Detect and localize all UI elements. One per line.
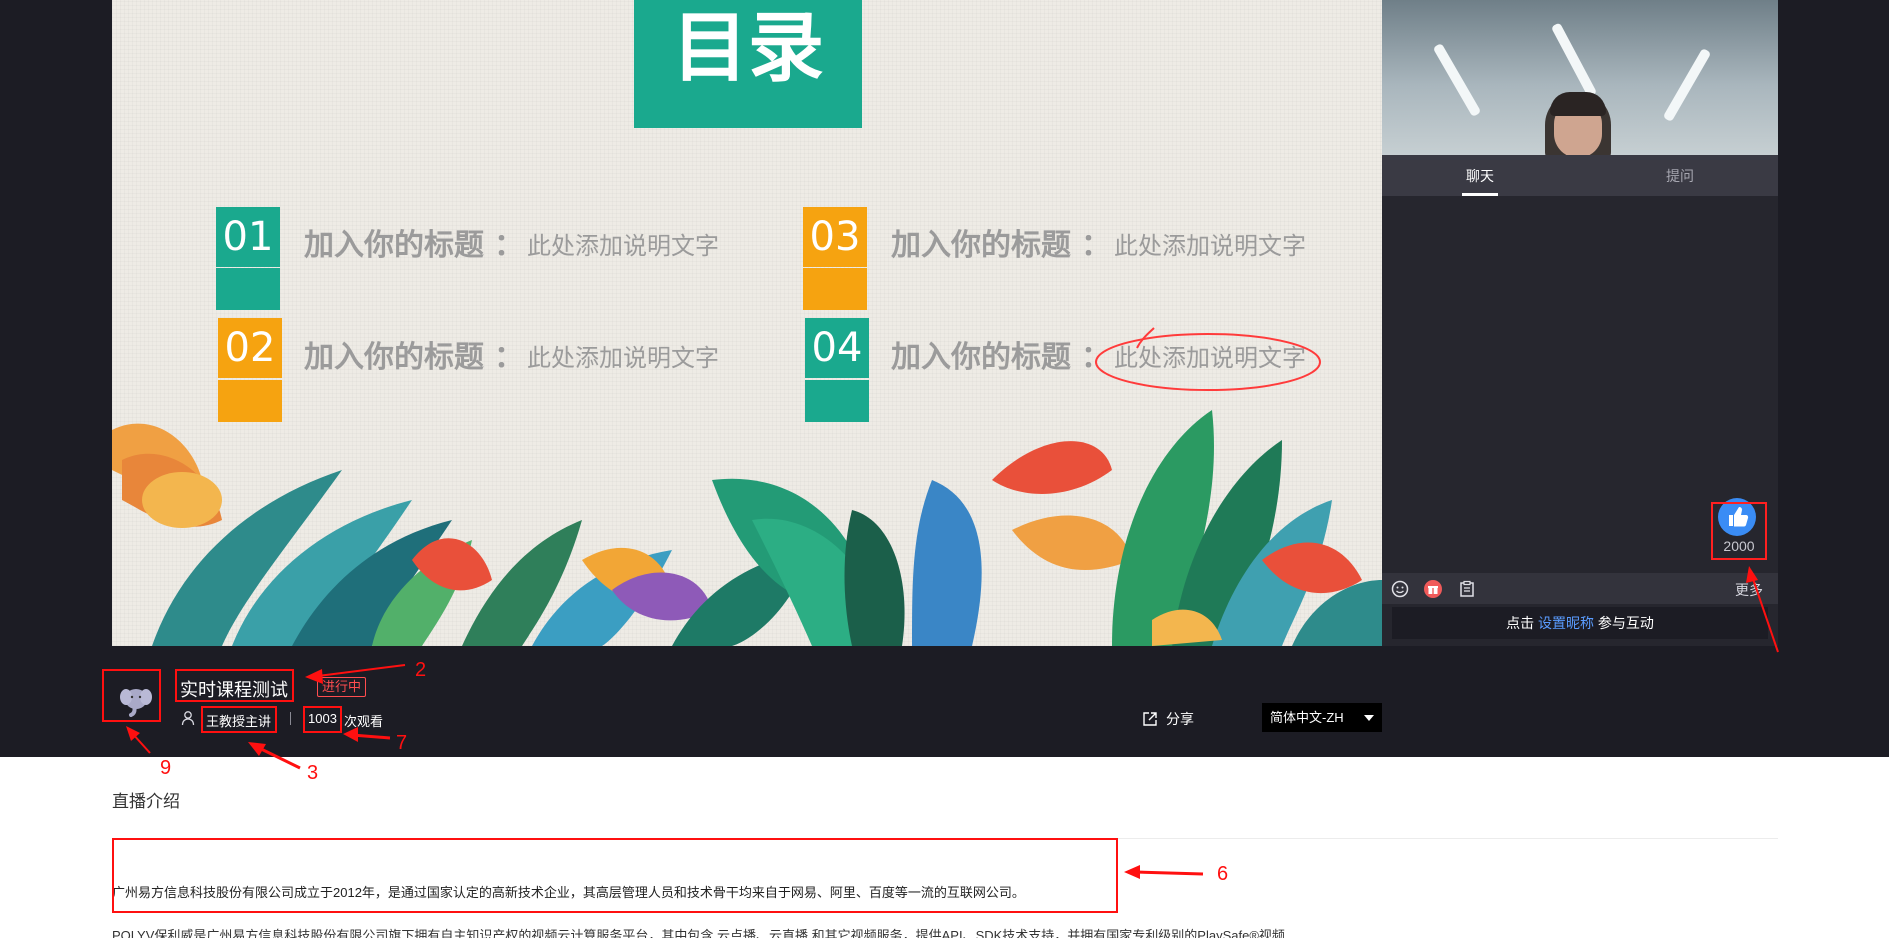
set-nickname-prompt[interactable]: 点击 设置昵称 参与互动 [1392, 607, 1768, 639]
annotation-box-title [175, 669, 294, 702]
chevron-down-icon [1364, 715, 1374, 721]
slide-view: 目录 01 加入你的标题 ： 此处添加说明文字 02 加入你的标题 ： 此处添加… [112, 0, 1382, 646]
annotation-label: 2 [415, 659, 427, 681]
annotation-label: 9 [160, 757, 172, 779]
annotation-label: 6 [1217, 863, 1229, 885]
tab-ask[interactable]: 提问 [1666, 166, 1694, 186]
teacher-camera [1382, 0, 1778, 155]
camera-light [1550, 22, 1598, 98]
view-count-suffix: 次观看 [344, 714, 384, 729]
intro-paragraph: POLYV保利威是广州易方信息科技股份有限公司旗下拥有自主知识产权的视频云计算服… [112, 928, 1285, 938]
annotation-box-avatar [102, 669, 161, 722]
language-value: 简体中文-ZH [1270, 710, 1344, 725]
gift-icon[interactable] [1424, 580, 1442, 598]
camera-light [1662, 47, 1712, 123]
share-label: 分享 [1166, 711, 1194, 727]
annotation-label: 3 [307, 762, 319, 784]
annotation-box-host [201, 706, 277, 733]
annotation-box-intro [112, 838, 1118, 913]
emoji-icon[interactable] [1391, 580, 1409, 598]
chat-tabs: 聊天 提问 [1382, 155, 1778, 196]
user-icon [181, 711, 195, 726]
share-button[interactable]: 分享 [1142, 709, 1194, 729]
intro-title: 直播介绍 [112, 792, 180, 811]
annotation-box-like [1711, 502, 1767, 560]
annotation-label: 7 [396, 732, 408, 754]
more-button[interactable]: 更多 [1735, 580, 1763, 600]
prompt-prefix: 点击 [1506, 615, 1538, 631]
share-icon [1143, 712, 1157, 726]
annotation-box-views [303, 706, 342, 733]
language-select[interactable]: 简体中文-ZH [1262, 703, 1382, 732]
set-nickname-link[interactable]: 设置昵称 [1538, 615, 1594, 631]
info-divider [290, 712, 291, 725]
teacher-hair [1550, 92, 1606, 116]
prompt-suffix: 参与互动 [1594, 615, 1654, 631]
pen-annotation [1095, 327, 1321, 391]
live-status-badge: 进行中 [317, 677, 367, 697]
tab-active-indicator [1462, 193, 1498, 196]
notice-icon[interactable] [1458, 580, 1476, 598]
tab-chat[interactable]: 聊天 [1466, 166, 1494, 186]
camera-light [1432, 42, 1482, 118]
